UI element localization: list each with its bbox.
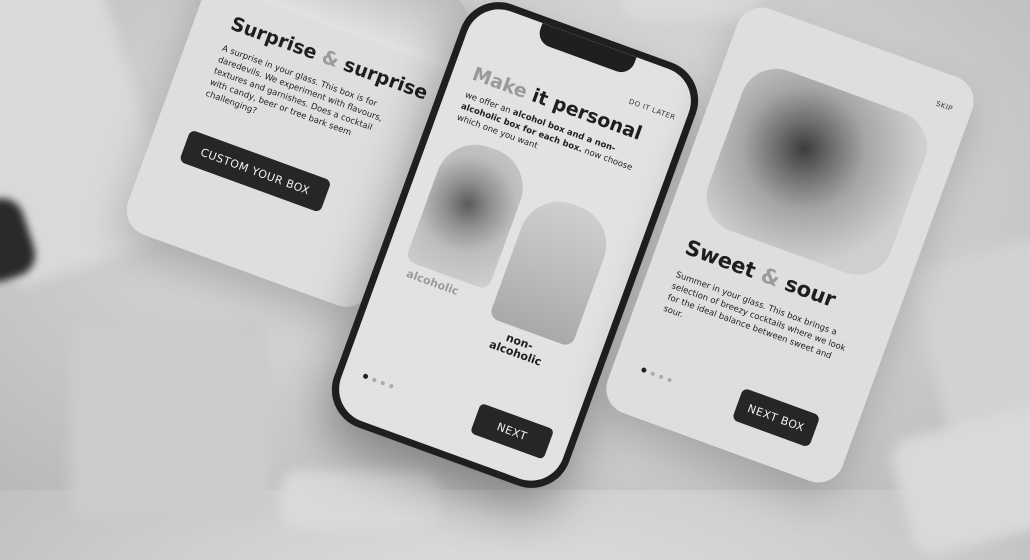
pagination-dots [639,357,680,388]
skip-button[interactable]: SKIP [935,100,954,113]
page-dot [380,380,386,386]
custom-your-box-button[interactable]: CUSTOM YOUR BOX [178,129,332,213]
bg-card-bottom-center [280,470,440,530]
page-dot [667,377,673,383]
do-it-later-button[interactable]: DO IT LATER [628,98,677,122]
bg-card-bottom-right [887,400,1030,560]
page-dot [650,371,656,377]
next-box-button[interactable]: NEXT BOX [731,387,821,448]
page-dot [371,377,377,383]
page-dot-active [362,373,369,380]
page-dot [388,383,394,389]
next-button[interactable]: NEXT [470,402,555,460]
bg-card-top-right [620,0,760,20]
page-dot [658,374,664,380]
bg-card-bottom-left [70,320,270,520]
page-dot-active [640,366,648,374]
pagination-dots [361,364,402,395]
phone-notch [535,23,637,77]
